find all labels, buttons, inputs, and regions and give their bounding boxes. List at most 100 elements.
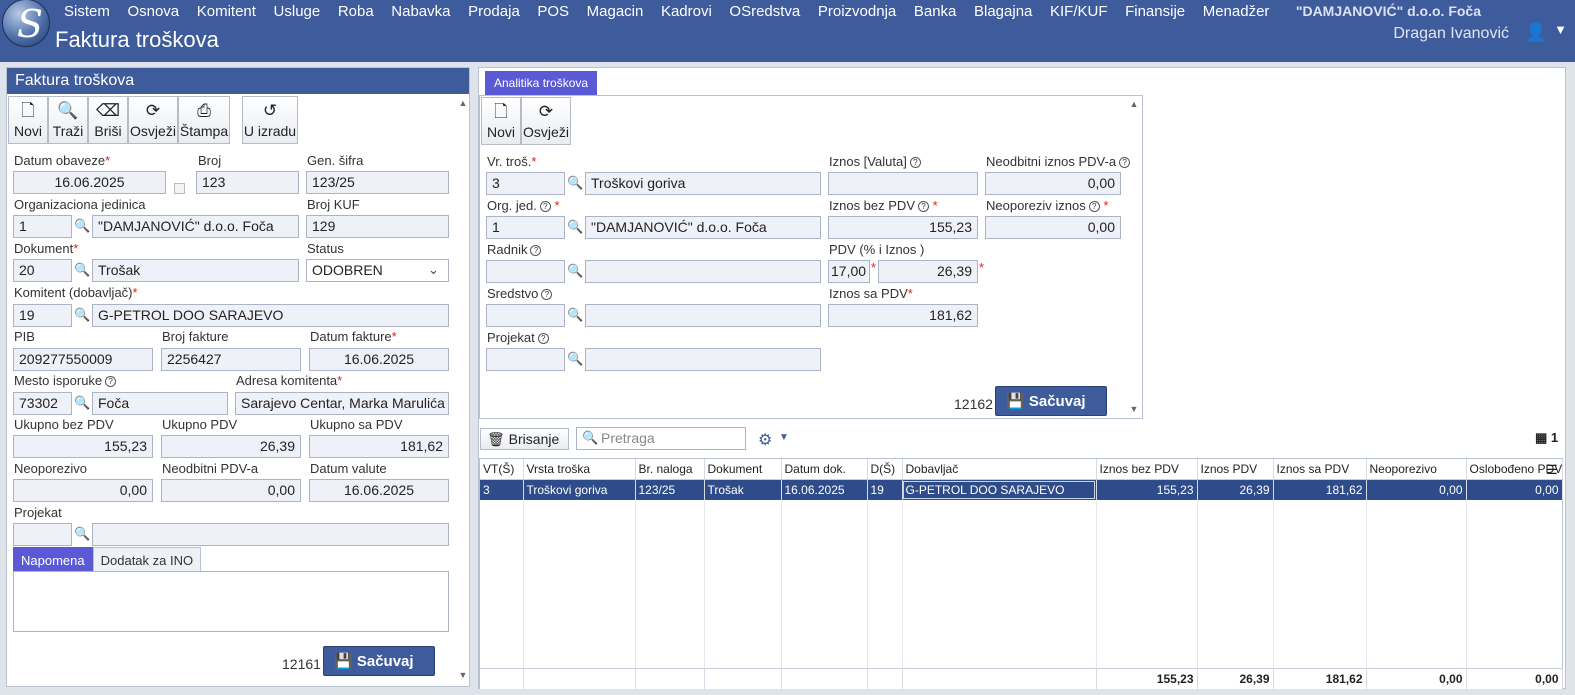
help-icon[interactable]: ? [105,376,117,388]
delete-rows-button[interactable]: 🗑 Brisanje [480,428,569,450]
column-header[interactable]: Dokument [704,459,782,480]
menu-item[interactable]: Sistem [64,3,110,20]
menu-item[interactable]: Banka [914,3,957,20]
radnik-id-field[interactable] [486,260,565,283]
search-icon[interactable]: 🔍 [74,392,90,415]
vr-tros-name-field[interactable]: Troškovi goriva [585,172,821,195]
column-header[interactable]: D(Š) [867,459,903,480]
scroll-down-icon[interactable]: ▼ [457,670,469,680]
help-icon[interactable]: ? [1088,201,1100,213]
ukupno-pdv-field[interactable]: 26,39 [161,435,301,458]
help-icon[interactable]: ? [537,333,549,345]
tab-analitika[interactable]: Analitika troškova [485,71,598,95]
adresa-field[interactable]: Sarajevo Centar, Marka Marulića [235,392,449,415]
refresh-button[interactable]: ⟳ Osvježi [128,96,178,144]
save-button[interactable]: 💾 Sačuvaj [323,646,435,676]
menu-item[interactable]: Blagajna [974,3,1032,20]
search-icon[interactable]: 🔍 [74,259,90,282]
menu-item[interactable]: POS [537,3,569,20]
dokument-id-field[interactable]: 20 [13,259,72,282]
column-header[interactable]: VT(Š) [480,459,524,480]
column-header[interactable]: Neoporezivo [1366,459,1467,480]
ukupno-bez-field[interactable]: 155,23 [13,435,153,458]
save-button[interactable]: 💾 Sačuvaj [995,386,1107,416]
new-button[interactable]: 🗋 Novi [481,97,521,145]
tab-dodatak-ino[interactable]: Dodatak za INO [92,547,202,574]
checkbox[interactable] [174,183,185,194]
column-header[interactable]: Iznos PDV [1197,459,1274,480]
datum-fakture-field[interactable]: 16.06.2025 [309,348,449,371]
note-textarea[interactable] [13,571,449,632]
gear-icon[interactable]: ⚙ [758,430,772,450]
search-button[interactable]: 🔍 Traži [48,96,88,144]
menu-item[interactable]: Proizvodnja [818,3,896,20]
column-header[interactable]: Vrsta troška [523,459,636,480]
column-header[interactable]: Datum dok. [781,459,868,480]
search-icon[interactable]: 🔍 [74,523,90,546]
user-icon[interactable]: 👤 [1525,22,1547,43]
neoporezivo-field[interactable]: 0,00 [13,479,153,502]
menu-item[interactable]: KIF/KUF [1050,3,1108,20]
menu-item[interactable]: Roba [338,3,374,20]
broj-fakture-field[interactable]: 2256427 [161,348,301,371]
datum-valute-field[interactable]: 16.06.2025 [309,479,449,502]
neodbitni-field[interactable]: 0,00 [161,479,301,502]
scroll-up-icon[interactable]: ▲ [1128,99,1140,109]
menu-item[interactable]: OSredstva [729,3,800,20]
org-name-field[interactable]: "DAMJANOVIĆ" d.o.o. Foča [92,215,299,238]
scroll-up-icon[interactable]: ▲ [457,98,469,108]
help-icon[interactable]: ? [918,201,929,213]
sredstvo-id-field[interactable] [486,304,565,327]
vr-tros-id-field[interactable]: 3 [486,172,565,195]
sredstvo-name-field[interactable] [585,304,821,327]
pdv-amount-field[interactable]: 26,39 [878,260,978,283]
menu-item[interactable]: Usluge [274,3,321,20]
help-icon[interactable]: ? [530,245,542,257]
column-header[interactable]: Br. naloga [635,459,705,480]
mesto-id-field[interactable]: 73302 [13,392,72,415]
iznos-valuta-field[interactable] [828,172,978,195]
broj-kuf-field[interactable]: 129 [306,215,449,238]
menu-item[interactable]: Finansije [1125,3,1185,20]
menu-item[interactable]: Komitent [197,3,256,20]
projekat-name-field[interactable] [92,523,449,546]
komitent-name-field[interactable]: G-PETROL DOO SARAJEVO [92,304,449,327]
search-icon[interactable]: 🔍 [74,215,90,238]
help-icon[interactable]: ? [541,289,553,301]
app-logo[interactable]: S [2,0,50,47]
menu-item[interactable]: Osnova [127,3,179,20]
ukupno-sa-field[interactable]: 181,62 [309,435,449,458]
iznos-bez-field[interactable]: 155,23 [828,216,978,239]
menu-item[interactable]: Nabavka [391,3,450,20]
help-icon[interactable]: ? [1119,157,1131,169]
org-id-field[interactable]: 1 [13,215,72,238]
org-name-field-right[interactable]: "DAMJANOVIĆ" d.o.o. Foča [585,216,821,239]
delete-button[interactable]: ⌫ Briši [88,96,128,144]
to-draft-button[interactable]: ↺ U izradu [242,96,298,144]
menu-item[interactable]: Magacin [587,3,644,20]
org-id-field-right[interactable]: 1 [486,216,565,239]
radnik-name-field[interactable] [585,260,821,283]
refresh-button[interactable]: ⟳ Osvježi [521,97,571,145]
menu-item[interactable]: Menadžer [1203,3,1270,20]
neoporeziv-field[interactable]: 0,00 [985,216,1121,239]
dokument-name-field[interactable]: Trošak [92,259,299,282]
broj-field[interactable]: 123 [196,171,299,194]
pdv-percent-field[interactable]: 17,00 [828,260,870,283]
projekat-id-field-right[interactable] [486,348,565,371]
new-button[interactable]: 🗋 Novi [8,96,48,144]
grid-search-input[interactable]: Pretraga [576,427,746,450]
scroll-down-icon[interactable]: ▼ [1128,404,1140,414]
komitent-id-field[interactable]: 19 [13,304,72,327]
chevron-down-icon[interactable]: ⌄ [428,262,439,278]
gen-sifra-field[interactable]: 123/25 [306,171,449,194]
search-icon[interactable]: 🔍 [567,172,583,195]
neodbitni-iznos-field[interactable]: 0,00 [985,172,1121,195]
search-icon[interactable]: 🔍 [74,304,90,327]
help-icon[interactable]: ? [539,201,551,213]
search-icon[interactable]: 🔍 [567,260,583,283]
chevron-down-icon[interactable]: ▼ [1554,22,1567,37]
column-header[interactable]: Iznos sa PDV [1273,459,1367,480]
mesto-name-field[interactable]: Foča [92,392,228,415]
column-menu-icon[interactable]: ☰ [1546,462,1558,478]
